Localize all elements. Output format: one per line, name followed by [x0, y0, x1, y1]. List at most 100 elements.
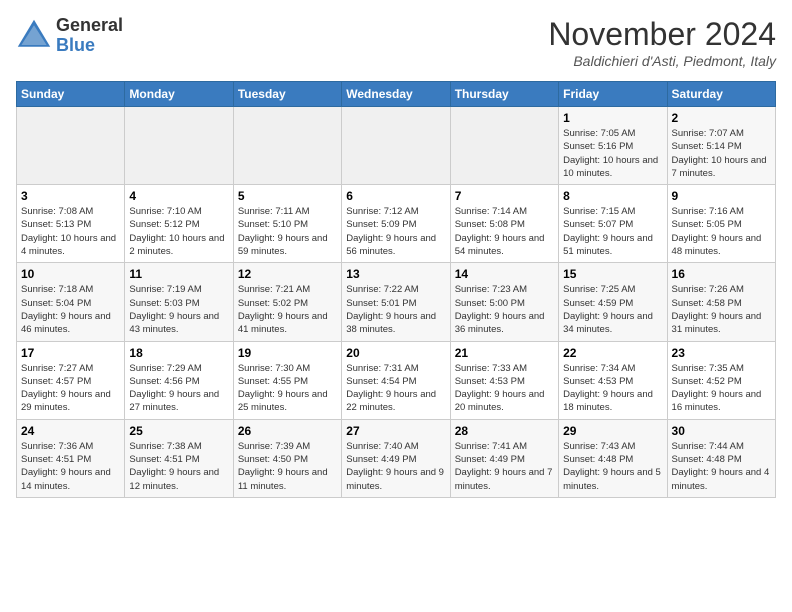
day-info: Sunrise: 7:36 AM Sunset: 4:51 PM Dayligh…	[21, 440, 120, 493]
calendar-table: Sunday Monday Tuesday Wednesday Thursday…	[16, 81, 776, 498]
month-title: November 2024	[548, 16, 776, 53]
day-number: 25	[129, 424, 228, 438]
day-number: 9	[672, 189, 771, 203]
day-info: Sunrise: 7:12 AM Sunset: 5:09 PM Dayligh…	[346, 205, 445, 258]
day-info: Sunrise: 7:39 AM Sunset: 4:50 PM Dayligh…	[238, 440, 337, 493]
day-number: 23	[672, 346, 771, 360]
calendar-cell: 8 Sunrise: 7:15 AM Sunset: 5:07 PM Daylig…	[559, 185, 667, 263]
day-info: Sunrise: 7:41 AM Sunset: 4:49 PM Dayligh…	[455, 440, 554, 493]
calendar-cell: 11 Sunrise: 7:19 AM Sunset: 5:03 PM Dayli…	[125, 263, 233, 341]
day-info: Sunrise: 7:38 AM Sunset: 4:51 PM Dayligh…	[129, 440, 228, 493]
day-info: Sunrise: 7:10 AM Sunset: 5:12 PM Dayligh…	[129, 205, 228, 258]
day-number: 22	[563, 346, 662, 360]
calendar-header: Sunday Monday Tuesday Wednesday Thursday…	[17, 82, 776, 107]
calendar-body: 1Sunrise: 7:05 AM Sunset: 5:16 PM Daylig…	[17, 107, 776, 498]
header-friday: Friday	[559, 82, 667, 107]
day-number: 29	[563, 424, 662, 438]
day-number: 6	[346, 189, 445, 203]
calendar-cell: 16Sunrise: 7:26 AM Sunset: 4:58 PM Dayli…	[667, 263, 775, 341]
day-info: Sunrise: 7:08 AM Sunset: 5:13 PM Dayligh…	[21, 205, 120, 258]
calendar-cell: 1Sunrise: 7:05 AM Sunset: 5:16 PM Daylig…	[559, 107, 667, 185]
day-number: 16	[672, 267, 771, 281]
day-number: 18	[129, 346, 228, 360]
day-number: 7	[455, 189, 554, 203]
day-info: Sunrise: 7:19 AM Sunset: 5:03 PM Dayligh…	[129, 283, 228, 336]
calendar-cell: 23 Sunrise: 7:35 AM Sunset: 4:52 PM Dayli…	[667, 341, 775, 419]
calendar-cell: 2 Sunrise: 7:07 AM Sunset: 5:14 PM Daylig…	[667, 107, 775, 185]
calendar-cell: 13 Sunrise: 7:22 AM Sunset: 5:01 PM Dayli…	[342, 263, 450, 341]
logo-icon	[16, 18, 52, 54]
day-number: 14	[455, 267, 554, 281]
day-number: 12	[238, 267, 337, 281]
day-number: 15	[563, 267, 662, 281]
calendar-cell: 20 Sunrise: 7:31 AM Sunset: 4:54 PM Dayli…	[342, 341, 450, 419]
day-number: 10	[21, 267, 120, 281]
day-info: Sunrise: 7:44 AM Sunset: 4:48 PM Dayligh…	[672, 440, 771, 493]
header-thursday: Thursday	[450, 82, 558, 107]
title-block: November 2024 Baldichieri d'Asti, Piedmo…	[548, 16, 776, 69]
calendar-cell	[125, 107, 233, 185]
day-info: Sunrise: 7:07 AM Sunset: 5:14 PM Dayligh…	[672, 127, 771, 180]
day-info: Sunrise: 7:21 AM Sunset: 5:02 PM Dayligh…	[238, 283, 337, 336]
day-number: 24	[21, 424, 120, 438]
calendar-cell: 6 Sunrise: 7:12 AM Sunset: 5:09 PM Daylig…	[342, 185, 450, 263]
day-number: 13	[346, 267, 445, 281]
calendar-cell: 22 Sunrise: 7:34 AM Sunset: 4:53 PM Dayli…	[559, 341, 667, 419]
logo: General Blue	[16, 16, 123, 56]
calendar-week-5: 24 Sunrise: 7:36 AM Sunset: 4:51 PM Dayli…	[17, 419, 776, 497]
day-number: 27	[346, 424, 445, 438]
day-number: 26	[238, 424, 337, 438]
day-info: Sunrise: 7:15 AM Sunset: 5:07 PM Dayligh…	[563, 205, 662, 258]
calendar-cell	[17, 107, 125, 185]
day-number: 11	[129, 267, 228, 281]
calendar-week-1: 1Sunrise: 7:05 AM Sunset: 5:16 PM Daylig…	[17, 107, 776, 185]
calendar-cell: 27 Sunrise: 7:40 AM Sunset: 4:49 PM Dayli…	[342, 419, 450, 497]
calendar-week-4: 17 Sunrise: 7:27 AM Sunset: 4:57 PM Dayli…	[17, 341, 776, 419]
day-number: 8	[563, 189, 662, 203]
calendar-cell: 19Sunrise: 7:30 AM Sunset: 4:55 PM Dayli…	[233, 341, 341, 419]
calendar-cell: 15 Sunrise: 7:25 AM Sunset: 4:59 PM Dayli…	[559, 263, 667, 341]
day-info: Sunrise: 7:31 AM Sunset: 4:54 PM Dayligh…	[346, 362, 445, 415]
day-info: Sunrise: 7:11 AM Sunset: 5:10 PM Dayligh…	[238, 205, 337, 258]
page-header: General Blue November 2024 Baldichieri d…	[16, 16, 776, 69]
day-number: 20	[346, 346, 445, 360]
calendar-cell	[450, 107, 558, 185]
day-info: Sunrise: 7:25 AM Sunset: 4:59 PM Dayligh…	[563, 283, 662, 336]
day-info: Sunrise: 7:33 AM Sunset: 4:53 PM Dayligh…	[455, 362, 554, 415]
day-info: Sunrise: 7:30 AM Sunset: 4:55 PM Dayligh…	[238, 362, 337, 415]
day-number: 28	[455, 424, 554, 438]
calendar-week-2: 3 Sunrise: 7:08 AM Sunset: 5:13 PM Daylig…	[17, 185, 776, 263]
day-info: Sunrise: 7:22 AM Sunset: 5:01 PM Dayligh…	[346, 283, 445, 336]
day-number: 30	[672, 424, 771, 438]
calendar-cell: 29 Sunrise: 7:43 AM Sunset: 4:48 PM Dayli…	[559, 419, 667, 497]
day-info: Sunrise: 7:43 AM Sunset: 4:48 PM Dayligh…	[563, 440, 662, 493]
day-number: 21	[455, 346, 554, 360]
day-info: Sunrise: 7:40 AM Sunset: 4:49 PM Dayligh…	[346, 440, 445, 493]
calendar-week-3: 10 Sunrise: 7:18 AM Sunset: 5:04 PM Dayli…	[17, 263, 776, 341]
day-info: Sunrise: 7:18 AM Sunset: 5:04 PM Dayligh…	[21, 283, 120, 336]
day-info: Sunrise: 7:05 AM Sunset: 5:16 PM Dayligh…	[563, 127, 662, 180]
day-info: Sunrise: 7:34 AM Sunset: 4:53 PM Dayligh…	[563, 362, 662, 415]
calendar-cell: 7 Sunrise: 7:14 AM Sunset: 5:08 PM Daylig…	[450, 185, 558, 263]
calendar-cell: 28 Sunrise: 7:41 AM Sunset: 4:49 PM Dayli…	[450, 419, 558, 497]
day-info: Sunrise: 7:16 AM Sunset: 5:05 PM Dayligh…	[672, 205, 771, 258]
day-info: Sunrise: 7:29 AM Sunset: 4:56 PM Dayligh…	[129, 362, 228, 415]
day-number: 2	[672, 111, 771, 125]
day-info: Sunrise: 7:35 AM Sunset: 4:52 PM Dayligh…	[672, 362, 771, 415]
header-saturday: Saturday	[667, 82, 775, 107]
day-number: 4	[129, 189, 228, 203]
header-tuesday: Tuesday	[233, 82, 341, 107]
calendar-cell: 4 Sunrise: 7:10 AM Sunset: 5:12 PM Daylig…	[125, 185, 233, 263]
calendar-cell: 12 Sunrise: 7:21 AM Sunset: 5:02 PM Dayli…	[233, 263, 341, 341]
day-info: Sunrise: 7:14 AM Sunset: 5:08 PM Dayligh…	[455, 205, 554, 258]
day-number: 3	[21, 189, 120, 203]
day-number: 17	[21, 346, 120, 360]
day-info: Sunrise: 7:27 AM Sunset: 4:57 PM Dayligh…	[21, 362, 120, 415]
header-row: Sunday Monday Tuesday Wednesday Thursday…	[17, 82, 776, 107]
calendar-cell: 9 Sunrise: 7:16 AM Sunset: 5:05 PM Daylig…	[667, 185, 775, 263]
calendar-cell: 30 Sunrise: 7:44 AM Sunset: 4:48 PM Dayli…	[667, 419, 775, 497]
calendar-cell: 25 Sunrise: 7:38 AM Sunset: 4:51 PM Dayli…	[125, 419, 233, 497]
logo-text: General Blue	[56, 16, 123, 56]
day-info: Sunrise: 7:23 AM Sunset: 5:00 PM Dayligh…	[455, 283, 554, 336]
calendar-cell: 14 Sunrise: 7:23 AM Sunset: 5:00 PM Dayli…	[450, 263, 558, 341]
